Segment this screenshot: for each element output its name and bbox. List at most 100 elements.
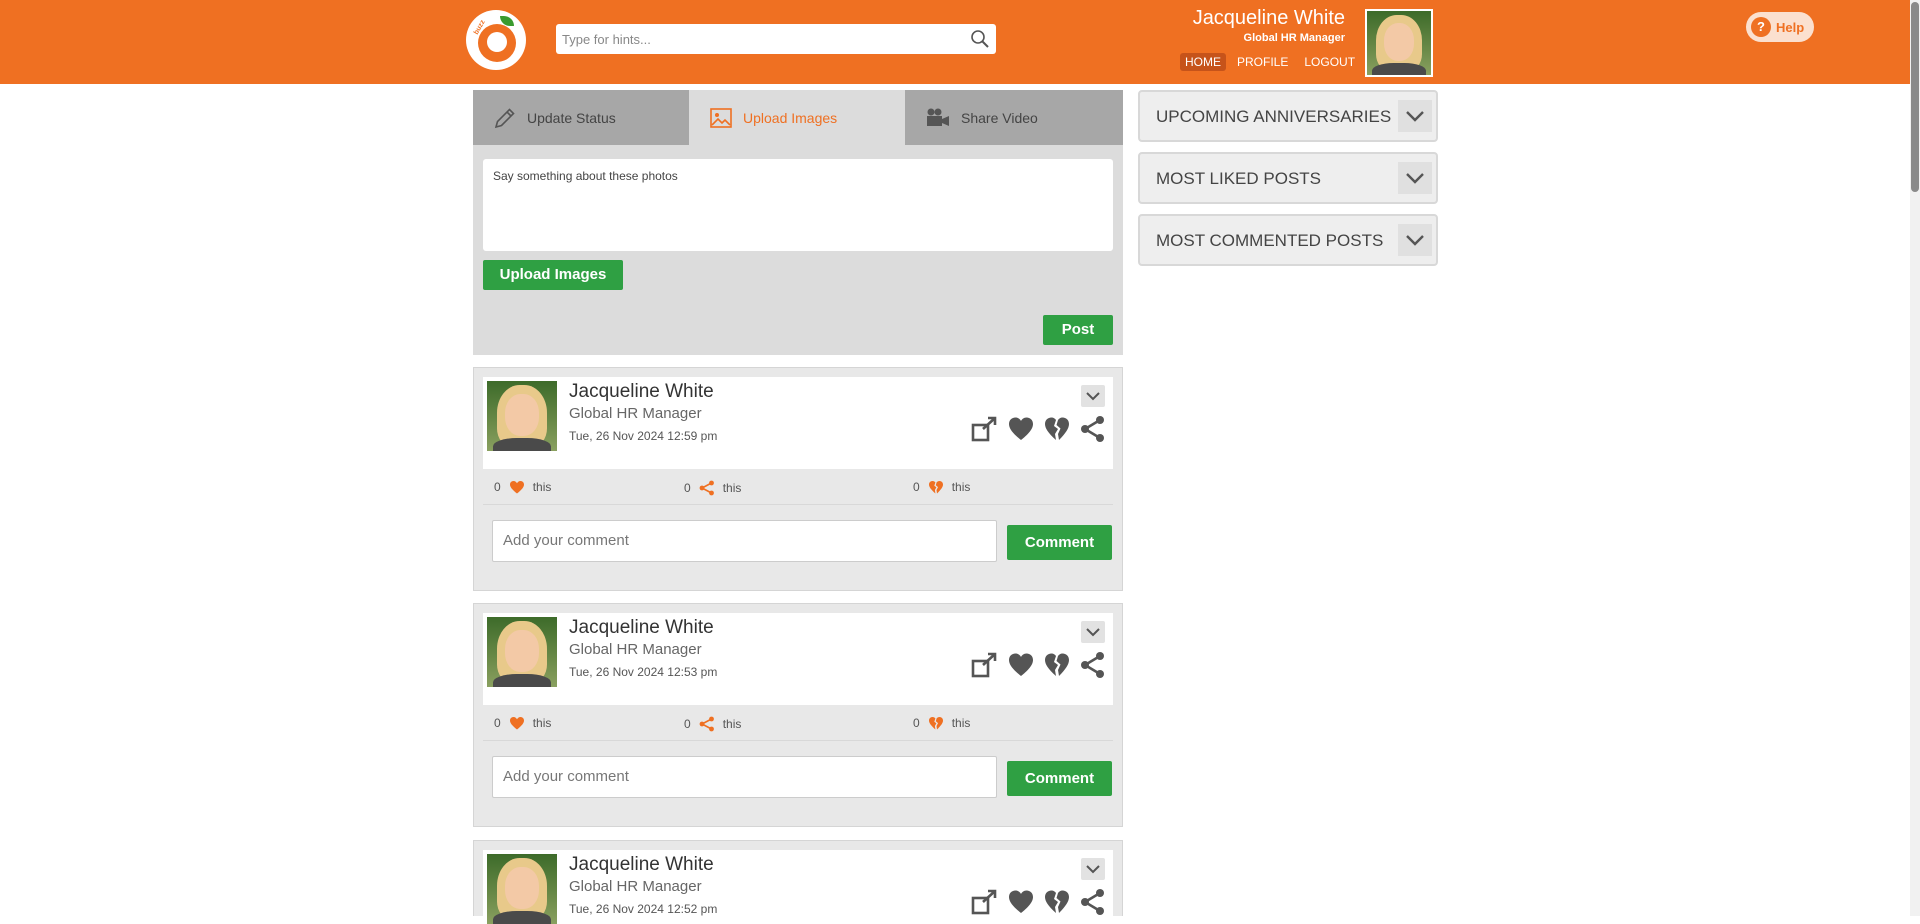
widget-most-liked-posts[interactable]: Most Liked Posts xyxy=(1138,152,1438,204)
upload-images-button[interactable]: Upload Images xyxy=(483,260,623,290)
post-composer: Update Status Upload Images Share Video … xyxy=(473,90,1123,355)
post-button[interactable]: Post xyxy=(1043,315,1113,345)
dislikes-count: 0 xyxy=(913,716,920,730)
post-header: Jacqueline White Global HR Manager Tue, … xyxy=(483,613,1113,705)
nav-home[interactable]: HOME xyxy=(1180,53,1226,71)
post-header: Jacqueline White Global HR Manager Tue, … xyxy=(483,850,1113,924)
comment-input[interactable]: Add your comment xyxy=(492,756,997,798)
post-actions xyxy=(971,415,1107,443)
shares-count: 0 xyxy=(684,717,691,731)
widget-expand-button[interactable] xyxy=(1398,100,1432,132)
share-post-icon[interactable] xyxy=(971,888,999,916)
help-label: Help xyxy=(1776,19,1805,35)
page-scrollbar[interactable] xyxy=(1910,0,1920,916)
like-heart-icon[interactable] xyxy=(1007,888,1035,916)
dislikes-stat[interactable]: 0 this xyxy=(913,716,970,730)
pencil-icon xyxy=(494,107,515,128)
chevron-down-icon xyxy=(1406,235,1424,246)
dislike-broken-heart-icon[interactable] xyxy=(1043,415,1071,443)
dislikes-this-label: this xyxy=(951,480,971,494)
scrollbar-thumb[interactable] xyxy=(1911,2,1919,192)
widget-most-commented-posts[interactable]: Most Commented Posts xyxy=(1138,214,1438,266)
author-photo xyxy=(487,617,557,687)
widget-title: Upcoming Anniversaries xyxy=(1156,107,1392,126)
header-avatar[interactable] xyxy=(1365,9,1433,77)
video-camera-icon xyxy=(927,108,949,126)
search-icon[interactable] xyxy=(970,29,990,49)
post-card: Jacqueline White Global HR Manager Tue, … xyxy=(473,367,1123,591)
dislikes-this-label: this xyxy=(951,716,971,730)
post-timestamp: Tue, 26 Nov 2024 12:52 pm xyxy=(569,902,718,916)
post-author-name[interactable]: Jacqueline White xyxy=(569,617,714,639)
post-author-avatar[interactable] xyxy=(487,381,557,451)
likes-stat[interactable]: 0 this xyxy=(494,480,551,494)
heart-icon xyxy=(509,481,524,494)
header-user-role: Global HR Manager xyxy=(1243,32,1345,44)
post-options-button[interactable] xyxy=(1081,385,1105,407)
shares-stat[interactable]: 0 this xyxy=(684,716,741,732)
post-stats: 0 this 0 this 0 this xyxy=(494,480,1094,500)
composer-tabs: Update Status Upload Images Share Video xyxy=(473,90,1123,145)
tab-label: Upload Images xyxy=(743,109,838,126)
post-author-avatar[interactable] xyxy=(487,617,557,687)
author-photo xyxy=(487,854,557,924)
search-input[interactable] xyxy=(556,24,946,54)
post-author-name[interactable]: Jacqueline White xyxy=(569,381,714,403)
share-network-icon[interactable] xyxy=(1079,415,1107,443)
post-timestamp: Tue, 26 Nov 2024 12:53 pm xyxy=(569,665,718,679)
post-options-button[interactable] xyxy=(1081,621,1105,643)
post-actions xyxy=(971,888,1107,916)
like-heart-icon[interactable] xyxy=(1007,415,1035,443)
tab-label: Share Video xyxy=(961,109,1038,126)
shares-stat[interactable]: 0 this xyxy=(684,480,741,496)
shares-this-label: this xyxy=(722,717,742,731)
post-card: Jacqueline White Global HR Manager Tue, … xyxy=(473,603,1123,827)
post-author-role: Global HR Manager xyxy=(569,405,702,422)
nav-logout[interactable]: LOGOUT xyxy=(1299,53,1360,71)
share-network-icon[interactable] xyxy=(1079,651,1107,679)
post-author-avatar[interactable] xyxy=(487,854,557,924)
dislike-broken-heart-icon[interactable] xyxy=(1043,651,1071,679)
tab-update-status[interactable]: Update Status xyxy=(473,90,689,145)
nav-profile[interactable]: PROFILE xyxy=(1232,53,1293,71)
search-box xyxy=(556,24,996,54)
broken-heart-icon xyxy=(928,481,943,494)
post-options-button[interactable] xyxy=(1081,858,1105,880)
post-card: Jacqueline White Global HR Manager Tue, … xyxy=(473,840,1123,924)
divider xyxy=(483,740,1113,741)
post-author-name[interactable]: Jacqueline White xyxy=(569,854,714,876)
likes-this-label: this xyxy=(532,480,552,494)
post-header: Jacqueline White Global HR Manager Tue, … xyxy=(483,377,1113,469)
like-heart-icon[interactable] xyxy=(1007,651,1035,679)
author-photo xyxy=(487,381,557,451)
share-network-icon[interactable] xyxy=(1079,888,1107,916)
photo-caption-textarea[interactable]: Say something about these photos xyxy=(483,159,1113,251)
share-icon xyxy=(699,480,714,496)
help-button[interactable]: ? Help xyxy=(1746,12,1814,42)
likes-stat[interactable]: 0 this xyxy=(494,716,551,730)
buzz-logo[interactable]: buzz xyxy=(466,10,526,70)
comment-input[interactable]: Add your comment xyxy=(492,520,997,562)
widget-expand-button[interactable] xyxy=(1398,224,1432,256)
likes-count: 0 xyxy=(494,716,501,730)
header-user-name: Jacqueline White xyxy=(1192,7,1345,29)
help-icon: ? xyxy=(1751,17,1771,37)
tab-upload-images[interactable]: Upload Images xyxy=(689,90,905,145)
likes-this-label: this xyxy=(532,716,552,730)
dislike-broken-heart-icon[interactable] xyxy=(1043,888,1071,916)
comment-button[interactable]: Comment xyxy=(1007,761,1112,796)
chevron-down-icon xyxy=(1406,111,1424,122)
dislikes-count: 0 xyxy=(913,480,920,494)
widget-expand-button[interactable] xyxy=(1398,162,1432,194)
comment-button[interactable]: Comment xyxy=(1007,525,1112,560)
widget-upcoming-anniversaries[interactable]: Upcoming Anniversaries xyxy=(1138,90,1438,142)
likes-count: 0 xyxy=(494,480,501,494)
chevron-down-icon xyxy=(1086,392,1100,401)
image-icon xyxy=(710,107,732,128)
shares-count: 0 xyxy=(684,481,691,495)
share-post-icon[interactable] xyxy=(971,651,999,679)
tab-share-video[interactable]: Share Video xyxy=(905,90,1121,145)
share-post-icon[interactable] xyxy=(971,415,999,443)
post-author-role: Global HR Manager xyxy=(569,878,702,895)
dislikes-stat[interactable]: 0 this xyxy=(913,480,970,494)
